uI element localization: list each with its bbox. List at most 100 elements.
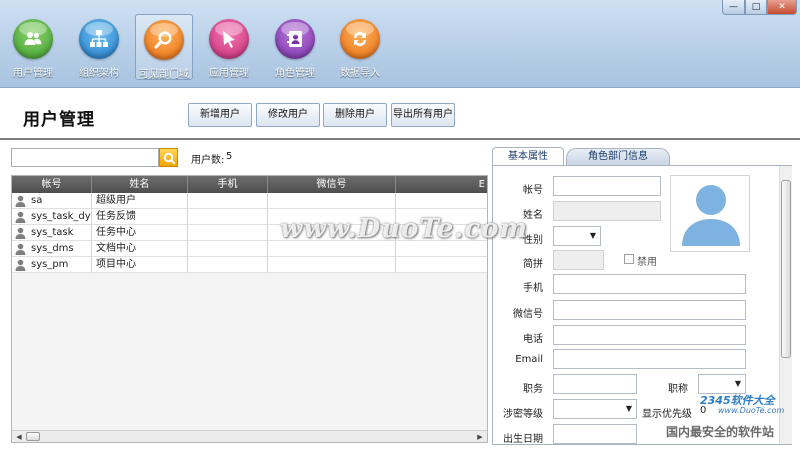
- watermark-slogan: 国内最安全的软件站: [666, 425, 775, 439]
- cell-name: 任务反馈: [92, 209, 188, 225]
- maximize-icon: □: [751, 2, 761, 12]
- search-input[interactable]: [11, 148, 159, 167]
- label-birthday: 出生日期: [503, 434, 543, 445]
- label-secret-level: 涉密等级: [503, 409, 543, 420]
- app-icon: [209, 19, 249, 59]
- label-wechat: 微信号: [513, 309, 543, 320]
- secret-level-select[interactable]: ▼: [553, 399, 637, 419]
- users-icon: [13, 19, 53, 59]
- account-text: sys_pm: [31, 259, 69, 270]
- position-field[interactable]: [553, 374, 637, 394]
- header-divider: [0, 138, 800, 140]
- scroll-right-icon[interactable]: ▶: [475, 432, 485, 442]
- column-header-account[interactable]: 帐号: [12, 176, 92, 193]
- dropdown-arrow-icon: ▼: [734, 379, 741, 388]
- account-field[interactable]: [553, 176, 661, 196]
- cell-name: 超级用户: [92, 193, 188, 209]
- user-count-value: 5: [226, 151, 233, 162]
- scrollbar-thumb[interactable]: [26, 432, 40, 441]
- user-icon: [15, 227, 26, 239]
- dropdown-arrow-icon: ▼: [589, 231, 596, 240]
- toolbar-data-import[interactable]: 数据导入: [331, 14, 389, 80]
- name-field[interactable]: [553, 201, 661, 221]
- toolbar-label: 角色管理: [275, 68, 315, 79]
- search-icon: [163, 152, 176, 165]
- watermark-duote: www.DuoTe.com: [280, 214, 529, 244]
- close-icon: ✕: [778, 2, 786, 12]
- user-icon: [15, 195, 26, 207]
- phone-field[interactable]: [553, 325, 746, 345]
- column-header-name[interactable]: 姓名: [92, 176, 188, 193]
- vertical-scrollbar[interactable]: [779, 166, 792, 444]
- toolbar-label: 可见部门域: [139, 69, 189, 80]
- cell-account: sys_task: [12, 225, 92, 241]
- disable-checkbox[interactable]: [624, 254, 634, 264]
- toolbar-label: 组织架构: [79, 68, 119, 79]
- email-field[interactable]: [553, 349, 746, 369]
- cell-account: sa: [12, 193, 92, 209]
- label-title: 职称: [668, 384, 688, 395]
- add-user-button[interactable]: 新增用户: [188, 103, 252, 127]
- label-disable: 禁用: [637, 257, 657, 268]
- minimize-icon: —: [729, 2, 738, 12]
- avatar[interactable]: [670, 175, 750, 252]
- toolbar-label: 数据导入: [340, 68, 380, 79]
- user-icon: [15, 211, 26, 223]
- mobile-field[interactable]: [553, 274, 746, 294]
- contacts-icon: [275, 19, 315, 59]
- label-mobile: 手机: [523, 283, 543, 294]
- cell-mobile: [188, 193, 268, 209]
- main-toolbar: — □ ✕ 用户管理 组织架构 可见部门域 应用管理 角色管理 数据导入: [0, 0, 800, 88]
- scroll-left-icon[interactable]: ◀: [14, 432, 24, 442]
- cell-email: [396, 193, 487, 209]
- user-avatar-icon: [682, 185, 740, 246]
- birthday-field[interactable]: [553, 424, 637, 444]
- cell-mobile: [188, 241, 268, 257]
- toolbar-org-structure[interactable]: 组织架构: [70, 14, 128, 80]
- export-all-users-button[interactable]: 导出所有用户: [391, 103, 455, 127]
- search-button[interactable]: [159, 148, 178, 167]
- account-text: sys_task_dyn: [31, 211, 92, 222]
- minimize-button[interactable]: —: [722, 0, 745, 15]
- account-text: sa: [31, 195, 43, 206]
- pinyin-field[interactable]: [553, 250, 604, 270]
- cell-name: 项目中心: [92, 257, 188, 273]
- page-title: 用户管理: [23, 110, 95, 130]
- label-position: 职务: [523, 384, 543, 395]
- account-text: sys_dms: [31, 243, 74, 254]
- table-header: 帐号 姓名 手机 微信号 E: [12, 176, 487, 193]
- scrollbar-thumb[interactable]: [781, 180, 791, 358]
- label-pinyin: 简拼: [523, 259, 543, 270]
- table-row[interactable]: sa 超级用户: [12, 193, 487, 209]
- edit-user-button[interactable]: 修改用户: [256, 103, 320, 127]
- watermark-site: www.DuoTe.com: [718, 406, 785, 415]
- account-text: sys_task: [31, 227, 74, 238]
- table-row[interactable]: sys_pm 项目中心: [12, 257, 487, 273]
- column-header-mobile[interactable]: 手机: [188, 176, 268, 193]
- toolbar-user-management[interactable]: 用户管理: [4, 14, 62, 80]
- title-select[interactable]: ▼: [698, 374, 746, 394]
- maximize-button[interactable]: □: [745, 0, 767, 15]
- column-header-email[interactable]: E: [396, 176, 487, 193]
- label-display-priority: 显示优先级: [642, 409, 692, 420]
- toolbar-app-management[interactable]: 应用管理: [200, 14, 258, 80]
- toolbar-visible-dept-domain[interactable]: 可见部门域: [135, 14, 193, 80]
- label-phone: 电话: [523, 334, 543, 345]
- delete-user-button[interactable]: 删除用户: [323, 103, 387, 127]
- column-header-wechat[interactable]: 微信号: [268, 176, 396, 193]
- tab-basic-properties[interactable]: 基本属性: [492, 147, 564, 165]
- user-icon: [15, 259, 26, 271]
- cell-account: sys_dms: [12, 241, 92, 257]
- toolbar-role-management[interactable]: 角色管理: [266, 14, 324, 80]
- cell-mobile: [188, 225, 268, 241]
- label-account: 帐号: [523, 185, 543, 196]
- refresh-icon: [340, 19, 380, 59]
- gender-select[interactable]: ▼: [553, 226, 601, 246]
- toolbar-label: 用户管理: [13, 68, 53, 79]
- tab-role-dept-info[interactable]: 角色部门信息: [566, 148, 670, 165]
- cell-account: sys_task_dyn: [12, 209, 92, 225]
- close-button[interactable]: ✕: [767, 0, 797, 15]
- wechat-field[interactable]: [553, 300, 746, 320]
- horizontal-scrollbar[interactable]: ◀ ▶: [12, 430, 487, 442]
- cell-name: 任务中心: [92, 225, 188, 241]
